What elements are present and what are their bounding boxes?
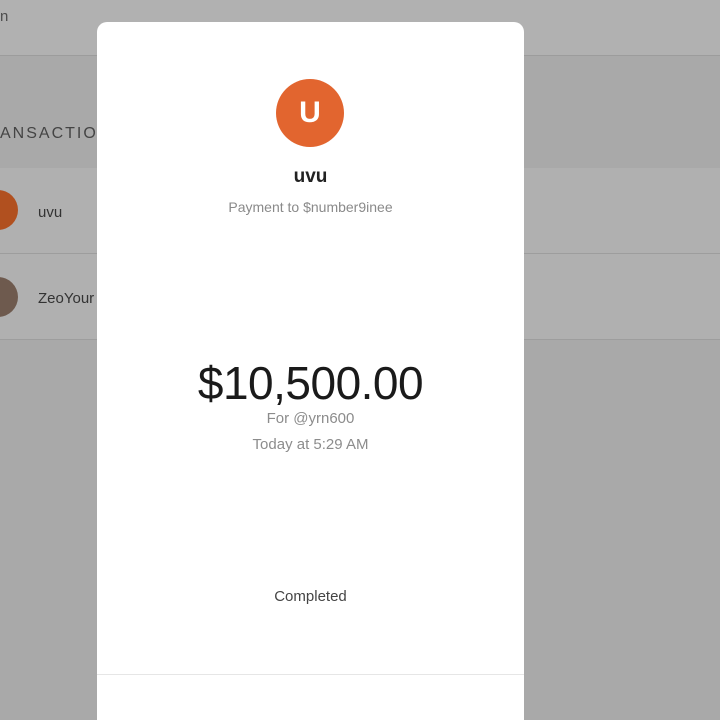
payment-status: Completed <box>274 588 347 605</box>
payment-amount: $10,500.00 <box>197 357 424 409</box>
background-topbar-text: n <box>0 8 9 25</box>
avatar <box>0 277 18 317</box>
payment-timestamp: Today at 5:29 AM <box>252 436 369 453</box>
modal-footer-divider <box>97 674 524 675</box>
transaction-row-name: uvu <box>38 204 63 221</box>
transaction-row-name: ZeoYour <box>38 290 95 307</box>
payment-note: For @yrn600 <box>266 410 355 427</box>
avatar <box>0 190 18 230</box>
recipient-avatar: U <box>276 79 344 147</box>
recipient-name: uvu <box>293 166 328 187</box>
payment-detail-modal: U uvu Payment to $number9inee $10,500.00… <box>97 22 524 720</box>
transactions-section-title: ANSACTION <box>0 125 112 142</box>
payment-recipient-handle: Payment to $number9inee <box>228 199 393 215</box>
